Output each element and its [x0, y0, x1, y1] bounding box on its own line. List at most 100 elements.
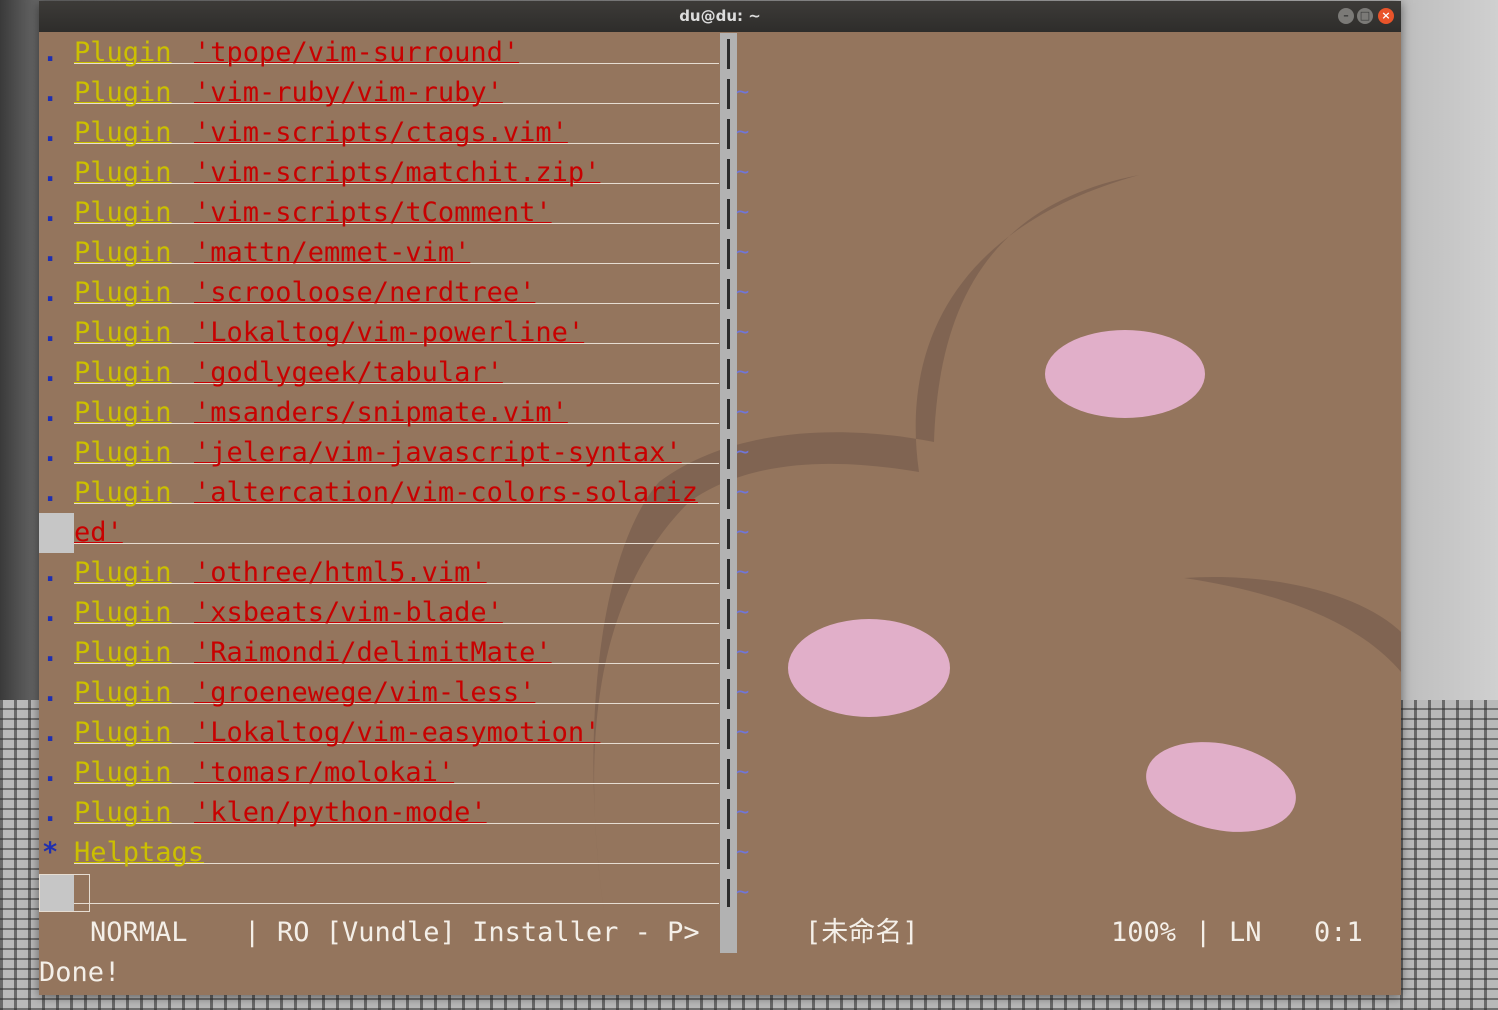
plugin-name: 'Lokaltog/vim-easymotion' [194, 717, 601, 748]
status-marker: . [42, 597, 59, 628]
plugin-name: 'klen/python-mode' [194, 797, 487, 828]
plugin-name: 'Lokaltog/vim-powerline' [194, 317, 585, 348]
status-marker: . [42, 157, 59, 188]
status-marker: . [42, 677, 59, 708]
status-marker: . [42, 317, 59, 348]
empty-line-tilde: ~ [736, 800, 750, 825]
status-marker: . [42, 397, 59, 428]
empty-line-tilde: ~ [736, 880, 750, 905]
plugin-keyword: Plugin [74, 717, 172, 748]
terminal-window[interactable]: du@du: ~ – □ × . Plugin 'tpope/vim-surroun… [39, 1, 1401, 995]
statusline-separator: | [244, 917, 261, 948]
editor-line[interactable]: . Plugin 'msanders/snipmate.vim' ~ [39, 393, 1401, 433]
maximize-button[interactable]: □ [1357, 8, 1373, 24]
plugin-keyword: Plugin [74, 637, 172, 668]
plugin-keyword: Plugin [74, 597, 172, 628]
status-marker: . [42, 797, 59, 828]
plugin-name: 'xsbeats/vim-blade' [194, 597, 503, 628]
plugin-keyword: Plugin [74, 317, 172, 348]
vim-statusline: NORMAL | RO [Vundle] Installer - P> [未命名… [39, 913, 1401, 953]
empty-line-tilde: ~ [736, 560, 750, 585]
editor-line[interactable]: . Plugin 'vim-ruby/vim-ruby' ~ [39, 73, 1401, 113]
plugin-name: 'tpope/vim-surround' [194, 37, 520, 68]
plugin-name: 'tomasr/molokai' [194, 757, 455, 788]
editor-line[interactable]: . Plugin 'Raimondi/delimitMate' ~ [39, 633, 1401, 673]
editor-line[interactable]: . Plugin 'klen/python-mode' ~ [39, 793, 1401, 833]
editor-line[interactable]: . Plugin 'Lokaltog/vim-easymotion' ~ [39, 713, 1401, 753]
empty-line-tilde: ~ [736, 320, 750, 345]
empty-line-tilde: ~ [736, 440, 750, 465]
close-button[interactable]: × [1378, 8, 1394, 24]
plugin-keyword: Plugin [74, 357, 172, 388]
editor-line[interactable]: . Plugin 'jelera/vim-javascript-syntax' ~ [39, 433, 1401, 473]
empty-line-tilde: ~ [736, 480, 750, 505]
plugin-keyword: Plugin [74, 277, 172, 308]
editor-line[interactable]: . Plugin 'mattn/emmet-vim' ~ [39, 233, 1401, 273]
empty-line-tilde: ~ [736, 400, 750, 425]
plugin-name-wrapped: ed' [74, 517, 123, 548]
empty-line-tilde: ~ [736, 200, 750, 225]
plugin-keyword: Plugin [74, 397, 172, 428]
plugin-keyword: Plugin [74, 197, 172, 228]
editor-line[interactable]: . Plugin 'othree/html5.vim' ~ [39, 553, 1401, 593]
plugin-keyword: Plugin [74, 237, 172, 268]
plugin-keyword: Plugin [74, 677, 172, 708]
editor-line[interactable]: . Plugin 'vim-scripts/matchit.zip' ~ [39, 153, 1401, 193]
command-line-message: Done! [39, 957, 121, 988]
status-marker: . [42, 357, 59, 388]
cursorline-underline [74, 903, 719, 904]
window-titlebar[interactable]: du@du: ~ – □ × [39, 1, 1401, 32]
status-marker: . [42, 637, 59, 668]
status-marker: . [42, 77, 59, 108]
plugin-name: 'godlygeek/tabular' [194, 357, 503, 388]
editor-line[interactable]: . Plugin 'vim-scripts/ctags.vim' ~ [39, 113, 1401, 153]
buffer-info: RO [Vundle] Installer - P> [277, 917, 700, 948]
window-title: du@du: ~ [679, 7, 761, 25]
right-file-name: [未命名] [805, 917, 919, 948]
plugin-keyword: Plugin [74, 157, 172, 188]
plugin-name: 'Raimondi/delimitMate' [194, 637, 552, 668]
plugin-name: 'mattn/emmet-vim' [194, 237, 471, 268]
statusline-separator-2: | [1195, 917, 1212, 948]
cursor-line-outline [39, 874, 90, 912]
plugin-name: 'vim-scripts/ctags.vim' [194, 117, 568, 148]
plugin-keyword: Plugin [74, 77, 172, 108]
editor-line[interactable]: . Plugin 'vim-scripts/tComment' ~ [39, 193, 1401, 233]
cursor-position: 0:1 [1314, 917, 1363, 948]
status-marker: . [42, 717, 59, 748]
status-marker: . [42, 237, 59, 268]
empty-line-tilde: ~ [736, 360, 750, 385]
vim-editor[interactable]: . Plugin 'tpope/vim-surround'. Plugin 'vim-r… [39, 33, 1401, 993]
editor-line[interactable]: * Helptags ~ [39, 833, 1401, 873]
cursorline-underline [74, 543, 719, 544]
mode-indicator: NORMAL [90, 917, 188, 948]
editor-line[interactable]: . Plugin 'tomasr/molokai' ~ [39, 753, 1401, 793]
editor-line[interactable]: ~ [39, 873, 1401, 913]
editor-line[interactable]: . Plugin 'scrooloose/nerdtree' ~ [39, 273, 1401, 313]
empty-line-tilde: ~ [736, 520, 750, 545]
editor-line[interactable]: . Plugin 'tpope/vim-surround' [39, 33, 1401, 73]
plugin-keyword: Plugin [74, 757, 172, 788]
editor-line[interactable]: . Plugin 'godlygeek/tabular' ~ [39, 353, 1401, 393]
editor-line[interactable]: ed' ~ [39, 513, 1401, 553]
plugin-name: 'altercation/vim-colors-solariz [194, 477, 698, 508]
plugin-name: 'vim-ruby/vim-ruby' [194, 77, 503, 108]
editor-line[interactable]: . Plugin 'Lokaltog/vim-powerline' ~ [39, 313, 1401, 353]
editor-line[interactable]: . Plugin 'xsbeats/vim-blade' ~ [39, 593, 1401, 633]
plugin-name: 'othree/html5.vim' [194, 557, 487, 588]
editor-line[interactable]: . Plugin 'altercation/vim-colors-solariz ~ [39, 473, 1401, 513]
editor-line[interactable]: . Plugin 'groenewege/vim-less' ~ [39, 673, 1401, 713]
plugin-keyword: Plugin [74, 117, 172, 148]
minimize-button[interactable]: – [1338, 8, 1354, 24]
plugin-keyword: Plugin [74, 797, 172, 828]
plugin-keyword: Plugin [74, 557, 172, 588]
empty-line-tilde: ~ [736, 600, 750, 625]
wrap-indicator-block [39, 513, 74, 553]
empty-line-tilde: ~ [736, 680, 750, 705]
plugin-keyword: Plugin [74, 437, 172, 468]
status-marker: . [42, 277, 59, 308]
empty-line-tilde: ~ [736, 840, 750, 865]
plugin-name: 'scrooloose/nerdtree' [194, 277, 536, 308]
line-number-label: LN [1229, 917, 1262, 948]
empty-line-tilde: ~ [736, 280, 750, 305]
